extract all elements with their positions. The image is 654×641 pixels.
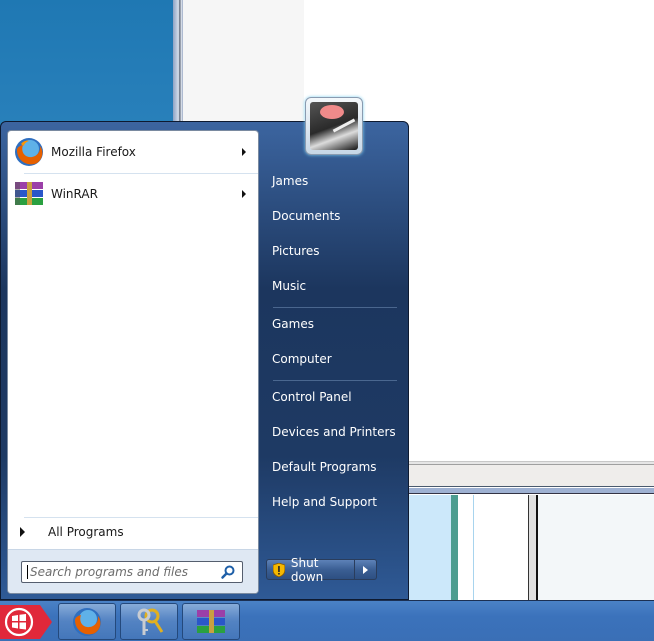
background-window-toolbar [408, 465, 654, 487]
chevron-right-icon [363, 565, 368, 574]
right-divider-1 [273, 307, 397, 308]
program-item-winrar[interactable]: WinRAR [8, 174, 258, 214]
search-box[interactable] [21, 561, 243, 583]
start-button[interactable] [0, 605, 52, 639]
background-pane-white-2 [473, 495, 528, 600]
right-item-help-and-support[interactable]: Help and Support [264, 487, 404, 517]
background-window-header-bar [408, 488, 654, 494]
all-programs-divider [24, 517, 258, 518]
right-item-documents[interactable]: Documents [264, 201, 404, 231]
shutdown-label: Shut down [290, 555, 324, 584]
all-programs-button[interactable]: All Programs [8, 519, 258, 545]
taskbar-button-winrar[interactable] [182, 603, 240, 640]
shutdown-group: Shut down [266, 556, 377, 584]
right-item-devices-and-printers[interactable]: Devices and Printers [264, 417, 404, 447]
text-caret [27, 565, 28, 579]
right-item-default-programs[interactable]: Default Programs [264, 452, 404, 482]
expand-arrow-icon [20, 527, 25, 537]
keys-icon [137, 608, 164, 635]
background-pane-blue [408, 495, 451, 600]
right-item-pictures[interactable]: Pictures [264, 236, 404, 266]
winrar-icon [12, 177, 46, 211]
background-pane-splitter[interactable] [528, 495, 538, 600]
shield-warning-icon [273, 562, 285, 577]
taskbar-button-keys[interactable] [120, 603, 178, 640]
background-pane-white [458, 495, 473, 600]
tonearm [332, 118, 356, 133]
program-item-firefox[interactable]: Mozilla Firefox [8, 132, 258, 172]
background-pane-right [538, 495, 654, 600]
submenu-arrow-icon[interactable] [242, 148, 246, 156]
shutdown-options-button[interactable] [355, 559, 377, 580]
right-item-games[interactable]: Games [264, 309, 404, 339]
firefox-icon [12, 135, 46, 169]
right-divider-2 [273, 380, 397, 381]
user-picture[interactable] [305, 97, 363, 155]
search-input[interactable] [30, 563, 220, 581]
turntable-user-picture [310, 102, 358, 150]
taskbar [0, 600, 654, 641]
right-item-computer[interactable]: Computer [264, 344, 404, 374]
right-item-control-panel[interactable]: Control Panel [264, 382, 404, 412]
background-pane-teal [451, 495, 458, 600]
record-disc [320, 105, 344, 119]
shutdown-button[interactable]: Shut down [266, 556, 355, 584]
right-item-music[interactable]: Music [264, 271, 404, 301]
winrar-icon [197, 609, 225, 633]
taskbar-button-firefox[interactable] [58, 603, 116, 640]
firefox-icon [73, 607, 101, 636]
program-label: WinRAR [51, 187, 98, 201]
programs-pane: Mozilla Firefox WinRAR All Programs [7, 130, 259, 594]
all-programs-label: All Programs [48, 525, 124, 539]
right-item-james[interactable]: James [264, 166, 404, 196]
submenu-arrow-icon[interactable] [242, 190, 246, 198]
search-icon[interactable] [220, 564, 236, 580]
program-label: Mozilla Firefox [51, 145, 136, 159]
search-area [8, 549, 258, 593]
